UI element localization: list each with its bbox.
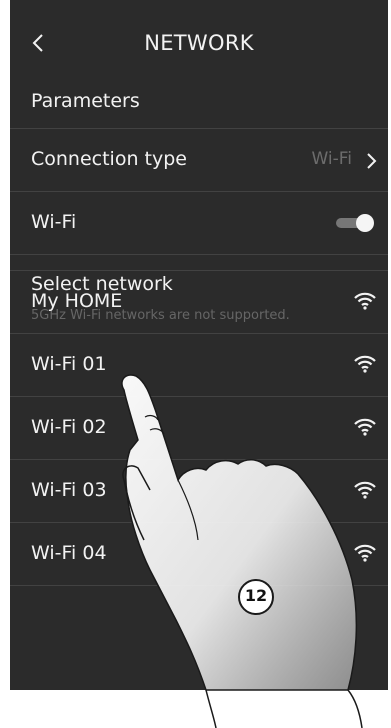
list-end-divider xyxy=(10,585,388,586)
callout-number: 12 xyxy=(244,586,268,605)
network-name: Wi-Fi 03 xyxy=(31,479,107,501)
chevron-right-icon xyxy=(367,153,377,169)
wifi-label: Wi-Fi xyxy=(31,211,77,233)
network-name: Wi-Fi 02 xyxy=(31,416,107,438)
network-row-wifi-04[interactable]: Wi-Fi 04 xyxy=(10,522,388,586)
network-row-wifi-02[interactable]: Wi-Fi 02 xyxy=(10,396,388,460)
network-row-my-home[interactable]: My HOME xyxy=(10,270,388,334)
header: NETWORK xyxy=(10,0,388,88)
toggle-knob xyxy=(356,214,374,232)
connection-type-row[interactable]: Connection type Wi-Fi xyxy=(10,128,388,192)
wifi-signal-icon xyxy=(354,355,376,373)
network-name: Wi-Fi 04 xyxy=(31,542,107,564)
section-title: Parameters xyxy=(31,90,140,112)
wifi-signal-icon xyxy=(354,292,376,310)
network-name: Wi-Fi 01 xyxy=(31,353,107,375)
network-name: My HOME xyxy=(31,290,123,312)
wifi-signal-icon xyxy=(354,418,376,436)
wifi-signal-icon xyxy=(354,481,376,499)
wifi-toggle[interactable] xyxy=(336,214,374,232)
connection-type-value: Wi-Fi xyxy=(311,149,352,169)
network-screen: NETWORK Parameters Connection type Wi-Fi… xyxy=(10,0,388,690)
connection-type-label: Connection type xyxy=(31,148,187,170)
wifi-signal-icon xyxy=(354,544,376,562)
wifi-toggle-row: Wi-Fi xyxy=(10,191,388,255)
page-title: NETWORK xyxy=(144,31,254,55)
network-row-wifi-03[interactable]: Wi-Fi 03 xyxy=(10,459,388,523)
network-row-wifi-01[interactable]: Wi-Fi 01 xyxy=(10,333,388,397)
